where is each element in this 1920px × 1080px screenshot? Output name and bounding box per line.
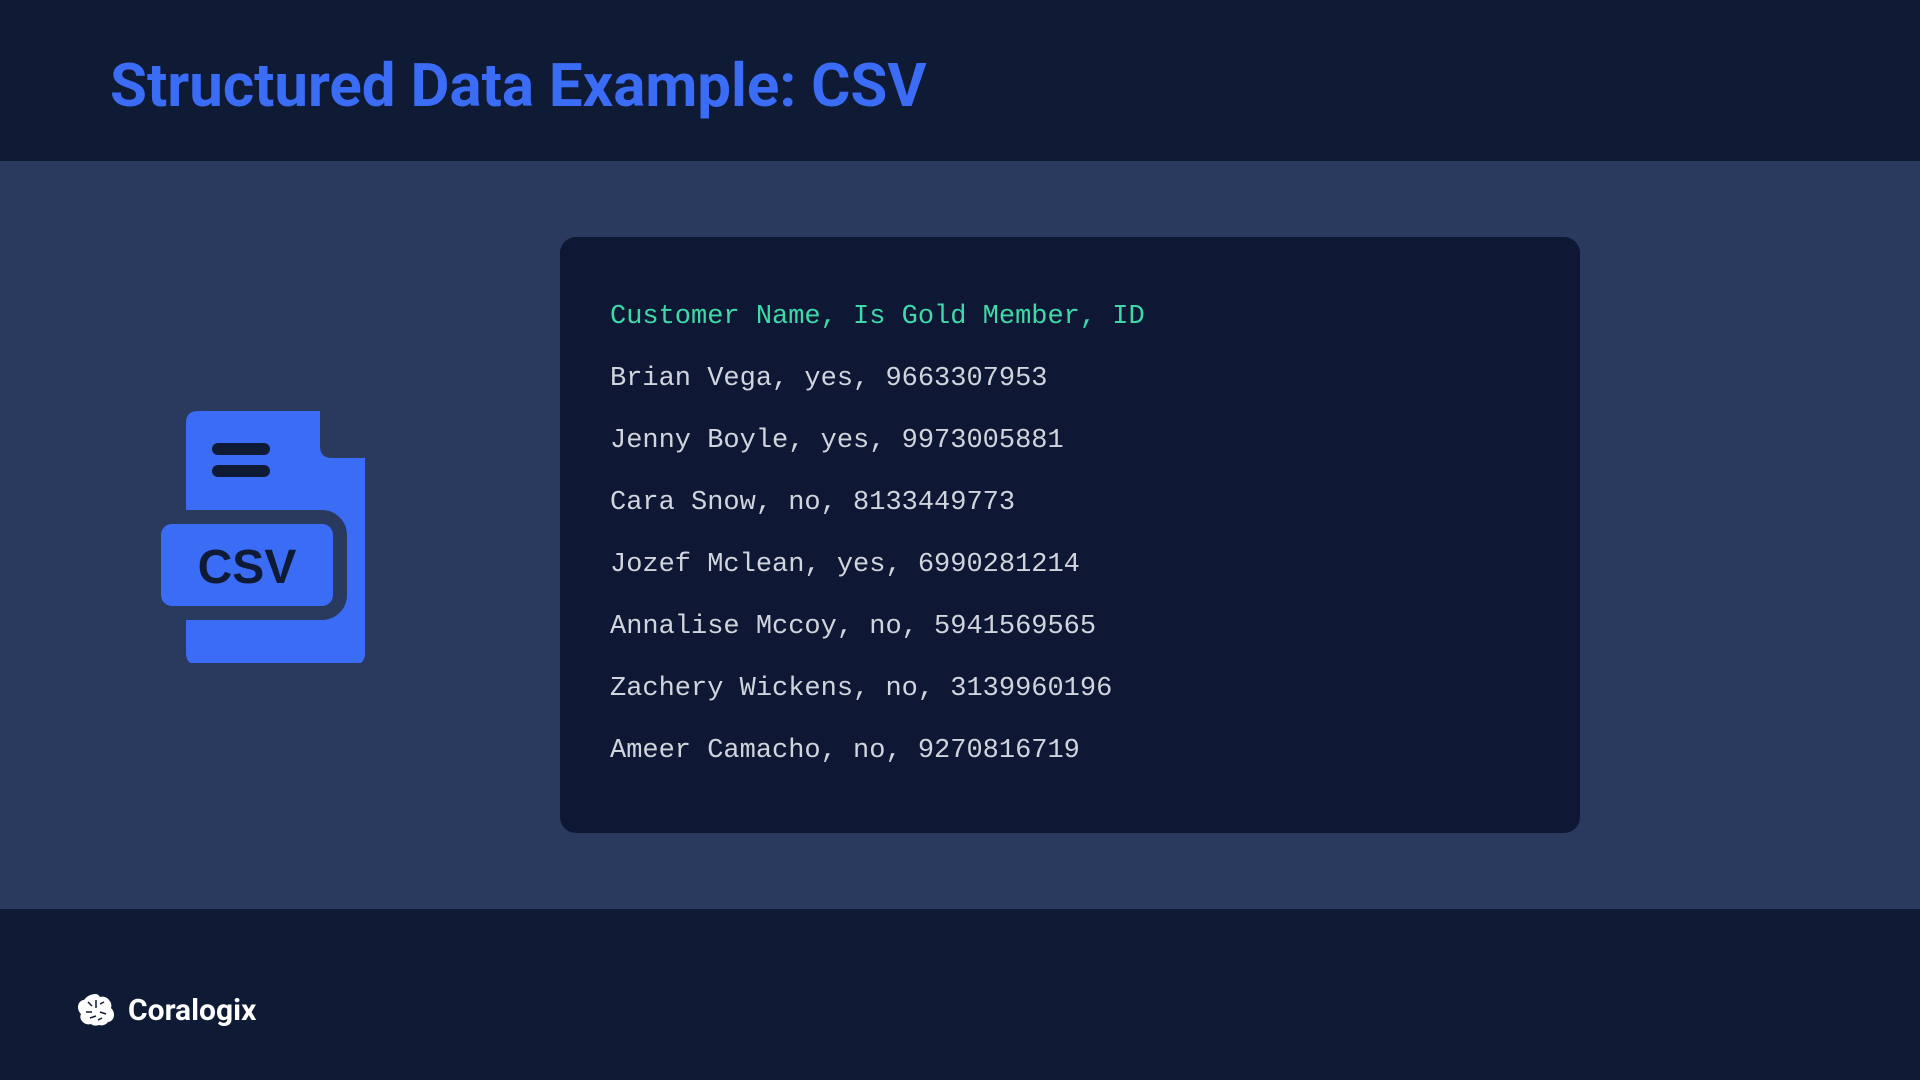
csv-data-row: Annalise Mccoy, no, 5941569565 [610,605,1530,651]
csv-code-block: Customer Name, Is Gold Member, ID Brian … [560,237,1580,832]
csv-data-row: Brian Vega, yes, 9663307953 [610,357,1530,403]
slide-title: Structured Data Example: CSV [110,50,1810,121]
csv-data-row: Jozef Mclean, yes, 6990281214 [610,543,1530,589]
csv-file-icon: CSV [140,403,390,667]
brain-icon [76,992,116,1028]
content-area: CSV Customer Name, Is Gold Member, ID Br… [0,161,1920,909]
csv-data-row: Zachery Wickens, no, 3139960196 [610,667,1530,713]
slide-header: Structured Data Example: CSV [0,0,1920,161]
brand-logo: Coralogix [76,992,256,1028]
brand-name: Coralogix [128,993,256,1028]
csv-icon-label: CSV [198,541,297,594]
csv-header-row: Customer Name, Is Gold Member, ID [610,295,1530,341]
csv-data-row: Ameer Camacho, no, 9270816719 [610,729,1530,775]
slide-footer: Coralogix [0,940,1920,1080]
csv-data-row: Cara Snow, no, 8133449773 [610,481,1530,527]
csv-data-row: Jenny Boyle, yes, 9973005881 [610,419,1530,465]
